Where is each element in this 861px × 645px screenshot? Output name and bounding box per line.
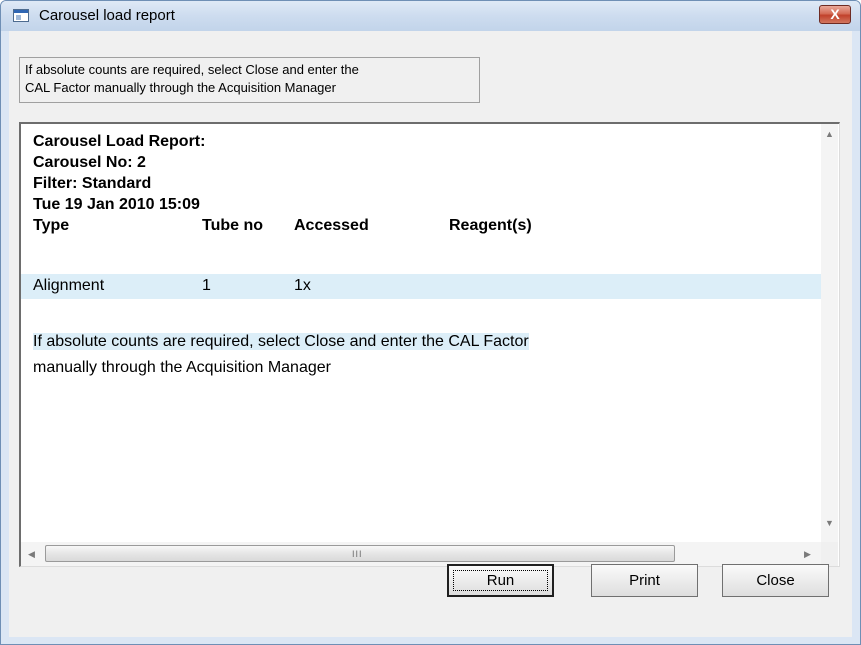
close-button-label: Close	[756, 572, 795, 589]
print-button[interactable]: Print	[591, 564, 698, 597]
report-content: Carousel Load Report: Carousel No: 2 Fil…	[21, 124, 821, 542]
horizontal-scrollbar[interactable]: ◀ III ▶	[21, 542, 821, 566]
scroll-up-icon[interactable]: ▲	[821, 126, 838, 143]
vertical-scrollbar[interactable]: ▲ ▼	[821, 124, 838, 542]
close-button[interactable]: Close	[722, 564, 829, 597]
run-button-label: Run	[486, 572, 515, 589]
row-tube-no: 1	[202, 277, 211, 294]
report-carousel-no: Carousel No: 2	[33, 154, 146, 171]
run-button[interactable]: Run	[447, 564, 554, 597]
title-bar[interactable]: Carousel load report X	[1, 1, 860, 31]
report-message-line-2: manually through the Acquisition Manager	[33, 359, 331, 376]
column-header-accessed: Accessed	[294, 217, 369, 234]
report-text-area[interactable]: Carousel Load Report: Carousel No: 2 Fil…	[19, 122, 840, 567]
scroll-left-icon[interactable]: ◀	[23, 546, 40, 563]
scroll-right-icon[interactable]: ▶	[799, 546, 816, 563]
report-filter: Filter: Standard	[33, 175, 152, 192]
report-timestamp: Tue 19 Jan 2010 15:09	[33, 196, 200, 213]
table-row[interactable]: Alignment 1 1x	[21, 274, 821, 299]
window-app-icon	[13, 9, 29, 22]
row-type: Alignment	[33, 277, 105, 294]
column-header-tube-no: Tube no	[202, 217, 264, 234]
row-accessed: 1x	[294, 277, 311, 294]
print-button-label: Print	[629, 572, 660, 589]
horizontal-scroll-thumb[interactable]: III	[45, 545, 675, 562]
scroll-grip-icon: III	[352, 549, 363, 559]
info-message-box: If absolute counts are required, select …	[19, 57, 480, 103]
report-message-line-1: If absolute counts are required, select …	[33, 333, 529, 351]
scroll-down-icon[interactable]: ▼	[821, 515, 838, 532]
info-line-2: CAL Factor manually through the Acquisit…	[25, 80, 336, 95]
column-header-type: Type	[33, 217, 70, 234]
column-header-reagents: Reagent(s)	[449, 217, 532, 234]
report-heading: Carousel Load Report:	[33, 133, 206, 150]
dialog-window: Carousel load report X If absolute count…	[0, 0, 861, 645]
window-title: Carousel load report	[39, 7, 175, 24]
close-x-icon[interactable]: X	[819, 5, 851, 24]
report-message-line-1-text: If absolute counts are required, select …	[33, 333, 529, 350]
scrollbar-corner	[821, 542, 838, 566]
info-line-1: If absolute counts are required, select …	[25, 62, 359, 77]
